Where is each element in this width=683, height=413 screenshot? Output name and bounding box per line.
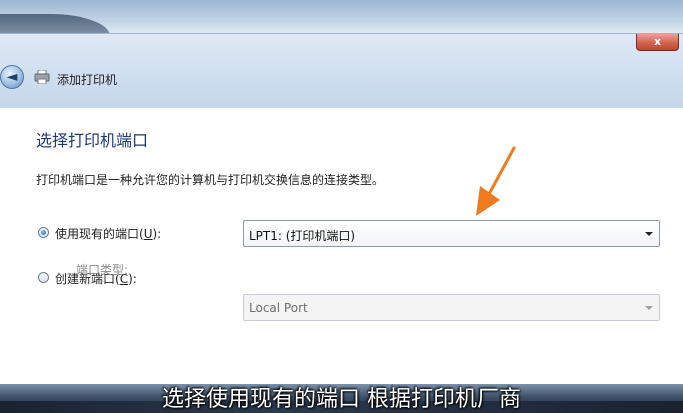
use-existing-port-radio[interactable] xyxy=(38,227,49,238)
dialog-content: 选择打印机端口 打印机端口是一种允许您的计算机与打印机交换信息的连接类型。 使用… xyxy=(0,108,683,386)
desktop-wallpaper-hill xyxy=(0,14,110,36)
close-button[interactable]: x xyxy=(636,34,679,51)
printer-icon xyxy=(34,70,50,84)
back-arrow-icon: ◄ xyxy=(6,69,18,85)
chevron-down-icon xyxy=(645,232,653,236)
annotation-arrow-icon xyxy=(476,146,516,216)
desktop-background-top xyxy=(0,0,683,36)
back-button[interactable]: ◄ xyxy=(0,65,24,89)
create-new-port-radio[interactable] xyxy=(38,272,49,283)
video-subtitle: 选择使用现有的端口 根据打印机厂商 xyxy=(162,387,521,412)
port-type-value: Local Port xyxy=(249,301,308,315)
close-icon: x xyxy=(653,35,662,48)
use-existing-port-label[interactable]: 使用现有的端口(U): xyxy=(55,225,161,242)
page-heading: 选择打印机端口 xyxy=(36,131,149,150)
page-description: 打印机端口是一种允许您的计算机与打印机交换信息的连接类型。 xyxy=(36,173,385,187)
window-title: 添加打印机 xyxy=(57,73,118,87)
chevron-down-icon xyxy=(645,306,653,310)
window-title-area: x ◄ 添加打印机 xyxy=(0,34,683,108)
port-type-label: 端口类型: xyxy=(76,263,129,277)
existing-port-value: LPT1: (打印机端口) xyxy=(249,229,356,243)
add-printer-dialog: x ◄ 添加打印机 选择打印机端口 打印机端口是一种允许您的计算机与打印机交换信… xyxy=(0,34,683,386)
existing-port-dropdown[interactable]: LPT1: (打印机端口) xyxy=(243,220,660,247)
port-type-dropdown[interactable]: Local Port xyxy=(243,294,660,321)
